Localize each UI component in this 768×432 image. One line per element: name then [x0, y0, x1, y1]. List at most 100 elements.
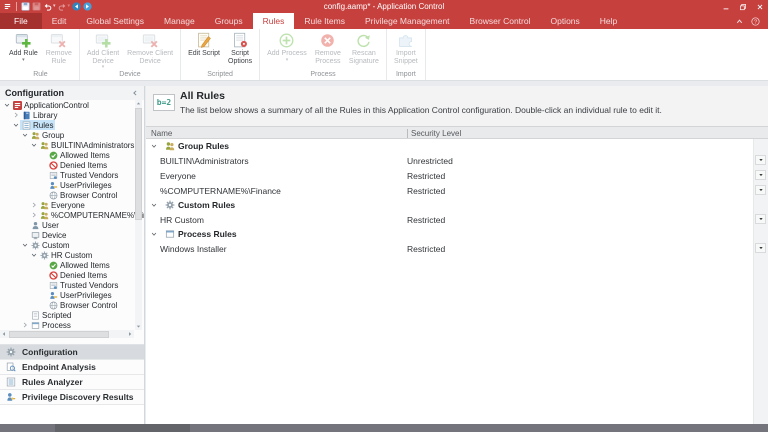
window-controls [717, 0, 768, 13]
tree-item-label: Browser Control [60, 301, 117, 310]
remove-process-button[interactable]: Remove Process [311, 30, 345, 70]
app-logo-button[interactable] [3, 2, 12, 11]
tree-item-trusted-vendors[interactable]: Trusted Vendors [0, 170, 144, 180]
main-content: b=2 All Rules The list below shows a sum… [146, 86, 768, 424]
tree-item-browser-control[interactable]: Browser Control [0, 190, 144, 200]
security-level-dropdown[interactable] [755, 214, 766, 224]
menu-tab-edit[interactable]: Edit [42, 13, 77, 29]
column-header-name[interactable]: Name [151, 129, 172, 138]
chevron-expanded-icon[interactable] [150, 201, 158, 209]
save-button[interactable] [21, 2, 30, 11]
save-all-button[interactable] [32, 2, 41, 11]
menu-tab-browser-control[interactable]: Browser Control [460, 13, 541, 29]
minimize-button[interactable] [717, 0, 734, 13]
edit-script-button[interactable]: Edit Script [184, 30, 224, 70]
rule-row-builtin-administrators[interactable]: BUILTIN\AdministratorsUnrestricted [146, 153, 768, 168]
nav-forward-button[interactable] [83, 2, 92, 11]
menu-tab-options[interactable]: Options [540, 13, 589, 29]
table-header[interactable]: Name Security Level [146, 126, 768, 139]
menu-tab-help[interactable]: Help [590, 13, 627, 29]
menu-right-icons: ? [735, 13, 768, 29]
menu-tab-global-settings[interactable]: Global Settings [76, 13, 154, 29]
undo-button[interactable]: ▾ [43, 2, 56, 11]
tree-item-browser-control[interactable]: Browser Control [0, 300, 144, 310]
security-level-dropdown[interactable] [755, 185, 766, 195]
security-level-dropdown[interactable] [755, 243, 766, 253]
deny-circle-icon [49, 271, 58, 280]
tree-item-applicationcontrol[interactable]: ApplicationControl [0, 100, 144, 110]
tree-vertical-scrollbar[interactable] [135, 100, 142, 330]
remove-client-device-button[interactable]: Remove Client Device [123, 30, 177, 70]
rule-row-everyone[interactable]: EveryoneRestricted [146, 168, 768, 183]
tree-item-group[interactable]: Group [0, 130, 144, 140]
tree-item-scripted[interactable]: Scripted [0, 310, 144, 320]
expander-spacer [39, 151, 47, 159]
dropdown-caret-icon[interactable]: ▾ [68, 2, 71, 11]
tree-item-allowed-items[interactable]: Allowed Items [0, 260, 144, 270]
tree-item-allowed-items[interactable]: Allowed Items [0, 150, 144, 160]
rules-group-row-process-rules[interactable]: Process Rules [146, 227, 768, 241]
tree-item-device[interactable]: Device [0, 230, 144, 240]
sidebar: Configuration ApplicationControlLibraryR… [0, 86, 145, 424]
help-button[interactable]: ? [751, 17, 760, 26]
menu-tabs: FileEditGlobal SettingsManageGroupsRules… [0, 13, 627, 29]
tree-item-rules[interactable]: Rules [0, 120, 144, 130]
rescan-signature-button[interactable]: Rescan Signature [345, 30, 383, 70]
dropdown-caret-icon[interactable]: ▾ [53, 2, 56, 11]
tree-item-process[interactable]: Process [0, 320, 144, 330]
tree-item-denied-items[interactable]: Denied Items [0, 160, 144, 170]
nav-rules-analyzer[interactable]: Rules Analyzer [0, 375, 144, 390]
tree-item-custom[interactable]: Custom [0, 240, 144, 250]
menu-tab-rule-items[interactable]: Rule Items [294, 13, 355, 29]
scrollbar-thumb[interactable] [135, 108, 142, 220]
tree-item-computername-finance[interactable]: %COMPUTERNAME%\Finance [0, 210, 144, 220]
menu-tab-privilege-management[interactable]: Privilege Management [355, 13, 460, 29]
tree-item-user[interactable]: User [0, 220, 144, 230]
tree-item-trusted-vendors[interactable]: Trusted Vendors [0, 280, 144, 290]
tree-item-hr-custom[interactable]: HR Custom [0, 250, 144, 260]
scrollbar-thumb[interactable] [9, 331, 109, 338]
add-client-device-button[interactable]: Add Client Device▾ [83, 30, 123, 70]
security-level-dropdown[interactable] [755, 170, 766, 180]
close-button[interactable] [751, 0, 768, 13]
rule-row-windows-installer[interactable]: Windows InstallerRestricted [146, 241, 768, 256]
add-rule-button[interactable]: Add Rule▾ [5, 30, 42, 70]
rule-row-computername-finance[interactable]: %COMPUTERNAME%\FinanceRestricted [146, 183, 768, 198]
tree-item-builtin-administrators[interactable]: BUILTIN\Administrators [0, 140, 144, 150]
rule-row-hr-custom[interactable]: HR CustomRestricted [146, 212, 768, 227]
tree-item-library[interactable]: Library [0, 110, 144, 120]
user-key-icon [49, 291, 58, 300]
menu-tab-rules[interactable]: Rules [253, 13, 295, 29]
import-snippet-button[interactable]: Import Snippet [390, 30, 422, 70]
nav-endpoint-analysis[interactable]: Endpoint Analysis [0, 360, 144, 375]
nav-back-button[interactable] [72, 2, 81, 11]
menu-tab-groups[interactable]: Groups [205, 13, 253, 29]
chevron-expanded-icon[interactable] [150, 230, 158, 238]
remove-rule-button[interactable]: Remove Rule [42, 30, 76, 70]
rules-group-row-group-rules[interactable]: Group Rules [146, 139, 768, 153]
status-bar [0, 424, 768, 432]
add-process-button[interactable]: Add Process▾ [263, 30, 311, 70]
redo-button[interactable]: ▾ [58, 2, 71, 11]
nav-configuration[interactable]: Configuration [0, 345, 144, 360]
tree-horizontal-scrollbar[interactable] [0, 330, 134, 338]
tree-item-userprivileges[interactable]: UserPrivileges [0, 290, 144, 300]
rules-group-row-custom-rules[interactable]: Custom Rules [146, 198, 768, 212]
rule-name: Windows Installer [160, 244, 227, 254]
tree-item-everyone[interactable]: Everyone [0, 200, 144, 210]
security-level-dropdown[interactable] [755, 155, 766, 165]
tree-item-denied-items[interactable]: Denied Items [0, 270, 144, 280]
restore-button[interactable] [734, 0, 751, 13]
menu-tab-manage[interactable]: Manage [154, 13, 205, 29]
column-header-security-level[interactable]: Security Level [407, 129, 461, 138]
script-options-button[interactable]: Script Options [224, 30, 256, 70]
collapse-ribbon-button[interactable] [735, 17, 744, 26]
menu-tab-file[interactable]: File [0, 13, 42, 29]
tree-item-userprivileges[interactable]: UserPrivileges [0, 180, 144, 190]
nav-privilege-discovery-results[interactable]: Privilege Discovery Results [0, 390, 144, 405]
group-row-label: Process Rules [178, 229, 237, 239]
combo-down-icon [758, 187, 764, 193]
chevron-expanded-icon[interactable] [150, 142, 158, 150]
menu-bar: FileEditGlobal SettingsManageGroupsRules… [0, 13, 768, 29]
add-process-icon [278, 32, 295, 49]
